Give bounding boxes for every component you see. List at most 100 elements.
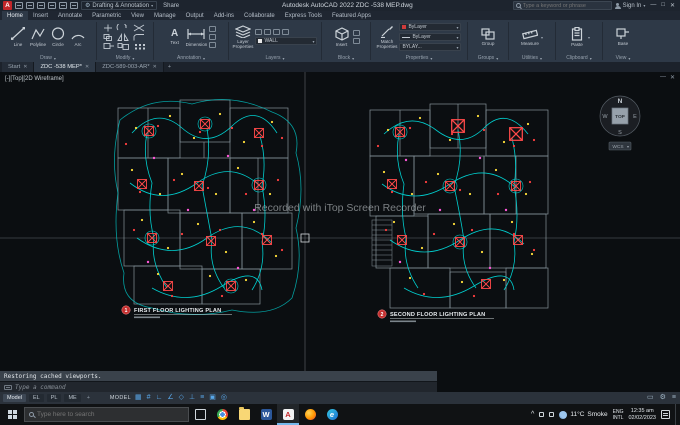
command-line[interactable]: Restoring cached viewports. Type a comma…: [0, 371, 437, 392]
ribbon-tab[interactable]: View: [126, 11, 149, 20]
model-space-toggle[interactable]: MODEL: [110, 395, 131, 401]
workspace-switching-icon[interactable]: ⚙: [659, 393, 667, 403]
customization-icon[interactable]: ≡: [671, 393, 677, 403]
model-space-viewport[interactable]: [-][Top][2D Wireframe] — ✕ Recorded with…: [0, 72, 680, 392]
layout-tab[interactable]: EL: [28, 394, 44, 402]
workspace-dropdown[interactable]: ⚙ Drafting & Annotation ▾: [81, 1, 158, 10]
print-icon[interactable]: [48, 2, 56, 9]
volume-icon[interactable]: [549, 412, 555, 417]
clock[interactable]: 12:35 am 02/02/2023: [628, 408, 656, 421]
ribbon-tab[interactable]: Output: [181, 11, 209, 20]
taskbar-search-input[interactable]: [37, 411, 167, 418]
viewport-controls-label[interactable]: [-][Top][2D Wireframe]: [5, 76, 64, 82]
layout-tab[interactable]: ME: [64, 394, 81, 402]
minimize-button[interactable]: —: [650, 2, 656, 9]
file-tab[interactable]: ZDC -538 MEP* ✕: [34, 62, 97, 72]
new-layout-button[interactable]: +: [84, 394, 93, 402]
modify-panel-label[interactable]: Modify ▾: [97, 54, 153, 62]
view-panel-label[interactable]: View ▾: [603, 54, 643, 62]
ribbon-tab[interactable]: Manage: [149, 11, 181, 20]
layer-properties-button[interactable]: Layer Properties: [233, 25, 253, 49]
close-tab-icon[interactable]: ✕: [153, 64, 157, 70]
file-tab[interactable]: Start ✕: [2, 62, 35, 72]
layer-dropdown[interactable]: WALL ▾: [255, 37, 318, 45]
selection-cycling-icon[interactable]: ▣: [208, 393, 217, 403]
groups-panel-label[interactable]: Groups ▾: [468, 54, 508, 62]
ribbon-tab[interactable]: Home: [2, 11, 29, 20]
layer-isolate-icon[interactable]: [264, 29, 272, 35]
match-properties-button[interactable]: Match Properties: [377, 25, 397, 49]
chrome-icon[interactable]: [211, 404, 233, 425]
ribbon-tab[interactable]: Collaborate: [239, 11, 280, 20]
help-search-box[interactable]: [512, 1, 612, 10]
utilities-panel-label[interactable]: Utilities ▾: [509, 54, 555, 62]
annotation-scale-icon[interactable]: ▭: [646, 393, 655, 403]
help-search-input[interactable]: [522, 2, 609, 9]
new-file-icon[interactable]: [15, 2, 23, 9]
file-tab[interactable]: ZDC-589-003-AR* ✕: [96, 62, 164, 72]
create-block-icon[interactable]: [352, 30, 360, 36]
start-button[interactable]: [0, 404, 24, 425]
annotation-panel-label[interactable]: Annotation ▾: [154, 54, 228, 62]
layout-tab[interactable]: Model: [3, 394, 26, 402]
grid-icon[interactable]: ▦: [134, 393, 143, 403]
text-tool-button[interactable]: A Text: [166, 28, 184, 45]
weather-widget[interactable]: 11°C Smoke: [559, 410, 608, 419]
layer-lock-icon[interactable]: [282, 29, 290, 35]
lineweight-icon[interactable]: ≡: [199, 393, 205, 403]
circle-tool-button[interactable]: Circle: [49, 26, 67, 47]
taskbar-search-box[interactable]: [24, 407, 189, 422]
measure-button[interactable]: Measure: [521, 28, 539, 46]
ribbon-tab[interactable]: Featured Apps: [327, 11, 376, 20]
table-tool-icon[interactable]: [209, 34, 217, 40]
edit-block-icon[interactable]: [352, 38, 360, 44]
lineweight-dropdown[interactable]: BYLAY... ▾: [399, 43, 462, 51]
polar-tracking-icon[interactable]: ∠: [166, 393, 174, 403]
maximize-button[interactable]: □: [661, 2, 665, 9]
block-panel-label[interactable]: Block ▾: [322, 54, 370, 62]
undo-icon[interactable]: [59, 2, 67, 9]
show-hidden-icons-button[interactable]: ^: [531, 411, 534, 418]
share-button[interactable]: Share: [160, 3, 182, 9]
network-icon[interactable]: [539, 412, 545, 417]
firefox-icon[interactable]: [299, 404, 321, 425]
close-tab-icon[interactable]: ✕: [23, 64, 27, 70]
show-desktop-button[interactable]: [675, 404, 678, 425]
command-input[interactable]: Type a command: [0, 381, 437, 392]
redo-icon[interactable]: [70, 2, 78, 9]
wcs-dropdown[interactable]: WCS ▾: [608, 141, 632, 151]
save-icon[interactable]: [37, 2, 45, 9]
properties-panel-label[interactable]: Properties ▾: [371, 54, 467, 62]
close-tab-icon[interactable]: ✕: [85, 64, 89, 70]
task-view-icon[interactable]: [189, 404, 211, 425]
word-icon[interactable]: W: [255, 404, 277, 425]
ribbon-tab[interactable]: Express Tools: [280, 11, 327, 20]
modify-tools-icons[interactable]: [102, 24, 148, 50]
restore-drawing-window-icon[interactable]: —: [660, 74, 666, 81]
layout-tab[interactable]: PL: [46, 394, 62, 402]
linetype-dropdown[interactable]: ByLayer ▾: [399, 33, 462, 41]
isodraft-icon[interactable]: ◇: [178, 393, 185, 403]
sign-in-button[interactable]: Sign In ▾: [614, 2, 645, 9]
paste-button[interactable]: Paste: [568, 26, 586, 47]
layers-panel-label[interactable]: Layers ▾: [229, 54, 321, 62]
ribbon-tab[interactable]: Parametric: [87, 11, 126, 20]
multiline-text-icon[interactable]: [209, 42, 217, 48]
language-indicator[interactable]: ENG INTL: [613, 409, 624, 421]
insert-block-button[interactable]: Insert: [333, 27, 351, 47]
new-tab-button[interactable]: +: [164, 62, 175, 72]
object-color-dropdown[interactable]: ByLayer ▾: [399, 23, 462, 31]
base-view-button[interactable]: Base: [614, 28, 632, 46]
dynamic-ucs-icon[interactable]: ◎: [220, 393, 228, 403]
autocad-icon[interactable]: A: [277, 404, 299, 425]
group-button[interactable]: Group: [479, 28, 497, 46]
layer-freeze-icon[interactable]: [273, 29, 281, 35]
arc-tool-button[interactable]: Arc: [69, 26, 87, 47]
file-explorer-icon[interactable]: [233, 404, 255, 425]
edge-icon[interactable]: e: [321, 404, 343, 425]
close-drawing-window-icon[interactable]: ✕: [670, 74, 675, 81]
viewcube[interactable]: N E S W TOP WCS ▾: [599, 95, 641, 151]
ribbon-tab[interactable]: Insert: [28, 11, 53, 20]
layer-state-icon[interactable]: [255, 29, 263, 35]
polyline-tool-button[interactable]: Polyline: [29, 26, 47, 47]
